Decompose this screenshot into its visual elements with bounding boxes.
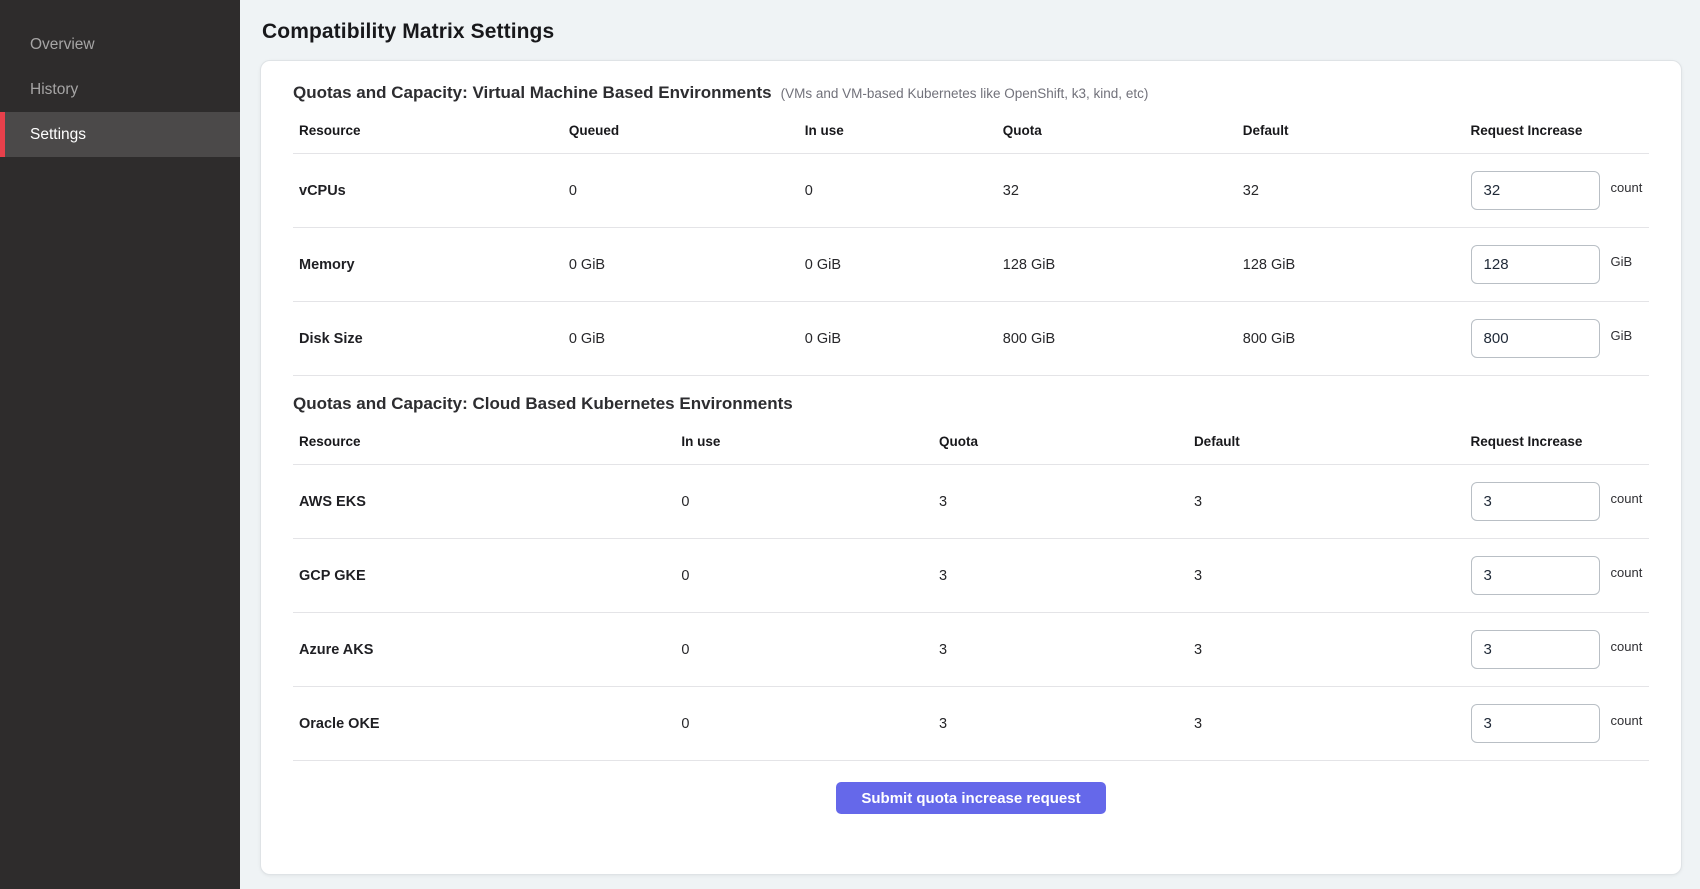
resource-value: 800 GiB: [997, 302, 1237, 376]
table-row: Azure AKS033count: [293, 613, 1649, 687]
request-increase-input[interactable]: [1471, 482, 1600, 521]
resource-value: 0: [675, 465, 933, 539]
resource-name: Memory: [293, 228, 563, 302]
resource-name: Azure AKS: [293, 613, 675, 687]
column-header: In use: [675, 418, 933, 465]
column-header: Queued: [563, 107, 799, 154]
column-header: Quota: [933, 418, 1188, 465]
request-increase-cell: count: [1465, 154, 1649, 228]
unit-label: count: [1611, 491, 1643, 506]
resource-name: vCPUs: [293, 154, 563, 228]
column-header: Default: [1237, 107, 1465, 154]
unit-label: count: [1611, 713, 1643, 728]
table-header-row: ResourceIn useQuotaDefaultRequest Increa…: [293, 418, 1649, 465]
request-increase-input[interactable]: [1471, 245, 1600, 284]
cloud-section-heading: Quotas and Capacity: Cloud Based Kuberne…: [293, 394, 1649, 414]
resource-value: 0: [563, 154, 799, 228]
unit-label: count: [1611, 180, 1643, 195]
resource-value: 0 GiB: [563, 302, 799, 376]
request-increase-input[interactable]: [1471, 704, 1600, 743]
request-increase-cell: GiB: [1465, 228, 1649, 302]
unit-label: count: [1611, 639, 1643, 654]
unit-label: GiB: [1611, 328, 1633, 343]
table-row: vCPUs003232count: [293, 154, 1649, 228]
column-header: In use: [799, 107, 997, 154]
vm-quota-table: ResourceQueuedIn useQuotaDefaultRequest …: [293, 107, 1649, 376]
column-header: Quota: [997, 107, 1237, 154]
column-header: Request Increase: [1465, 418, 1649, 465]
main-content: Compatibility Matrix Settings Quotas and…: [240, 0, 1700, 889]
table-row: AWS EKS033count: [293, 465, 1649, 539]
unit-label: count: [1611, 565, 1643, 580]
request-increase-cell: count: [1465, 687, 1649, 761]
request-increase-cell: count: [1465, 465, 1649, 539]
column-header: Request Increase: [1465, 107, 1649, 154]
table-row: GCP GKE033count: [293, 539, 1649, 613]
sidebar-item-overview[interactable]: Overview: [0, 22, 240, 67]
resource-value: 128 GiB: [997, 228, 1237, 302]
sidebar-item-label: History: [30, 81, 78, 99]
request-increase-cell: GiB: [1465, 302, 1649, 376]
resource-value: 3: [1188, 613, 1465, 687]
resource-value: 800 GiB: [1237, 302, 1465, 376]
resource-value: 3: [933, 539, 1188, 613]
column-header: Resource: [293, 418, 675, 465]
vm-section-heading: Quotas and Capacity: Virtual Machine Bas…: [293, 83, 1649, 103]
submit-row: Submit quota increase request: [293, 761, 1649, 814]
page-title: Compatibility Matrix Settings: [262, 20, 1682, 44]
table-header-row: ResourceQueuedIn useQuotaDefaultRequest …: [293, 107, 1649, 154]
resource-value: 3: [1188, 465, 1465, 539]
request-increase-input[interactable]: [1471, 630, 1600, 669]
unit-label: GiB: [1611, 254, 1633, 269]
request-increase-input[interactable]: [1471, 171, 1600, 210]
request-increase-cell: count: [1465, 613, 1649, 687]
sidebar: Overview History Settings: [0, 0, 240, 889]
column-header: Resource: [293, 107, 563, 154]
sidebar-item-label: Settings: [30, 126, 86, 144]
resource-name: Oracle OKE: [293, 687, 675, 761]
resource-value: 0: [675, 613, 933, 687]
resource-value: 3: [933, 465, 1188, 539]
resource-value: 3: [933, 613, 1188, 687]
table-row: Oracle OKE033count: [293, 687, 1649, 761]
request-increase-cell: count: [1465, 539, 1649, 613]
column-header: Default: [1188, 418, 1465, 465]
resource-value: 128 GiB: [1237, 228, 1465, 302]
request-increase-input[interactable]: [1471, 319, 1600, 358]
resource-value: 0: [799, 154, 997, 228]
resource-name: Disk Size: [293, 302, 563, 376]
resource-value: 32: [1237, 154, 1465, 228]
sidebar-item-label: Overview: [30, 36, 95, 54]
resource-value: 0: [675, 539, 933, 613]
resource-value: 0 GiB: [799, 228, 997, 302]
vm-section-title: Quotas and Capacity: Virtual Machine Bas…: [293, 83, 772, 103]
resource-value: 32: [997, 154, 1237, 228]
sidebar-item-history[interactable]: History: [0, 67, 240, 112]
cloud-quota-table: ResourceIn useQuotaDefaultRequest Increa…: [293, 418, 1649, 761]
vm-section-subtitle: (VMs and VM-based Kubernetes like OpenSh…: [781, 86, 1149, 101]
table-row: Memory0 GiB0 GiB128 GiB128 GiBGiB: [293, 228, 1649, 302]
sidebar-item-settings[interactable]: Settings: [0, 112, 240, 157]
resource-value: 0 GiB: [563, 228, 799, 302]
resource-value: 3: [1188, 687, 1465, 761]
resource-value: 3: [1188, 539, 1465, 613]
cloud-section-title: Quotas and Capacity: Cloud Based Kuberne…: [293, 394, 793, 414]
settings-card: Quotas and Capacity: Virtual Machine Bas…: [260, 60, 1682, 875]
resource-value: 3: [933, 687, 1188, 761]
table-row: Disk Size0 GiB0 GiB800 GiB800 GiBGiB: [293, 302, 1649, 376]
request-increase-input[interactable]: [1471, 556, 1600, 595]
resource-value: 0 GiB: [799, 302, 997, 376]
submit-quota-increase-button[interactable]: Submit quota increase request: [836, 782, 1105, 814]
resource-name: AWS EKS: [293, 465, 675, 539]
resource-name: GCP GKE: [293, 539, 675, 613]
resource-value: 0: [675, 687, 933, 761]
